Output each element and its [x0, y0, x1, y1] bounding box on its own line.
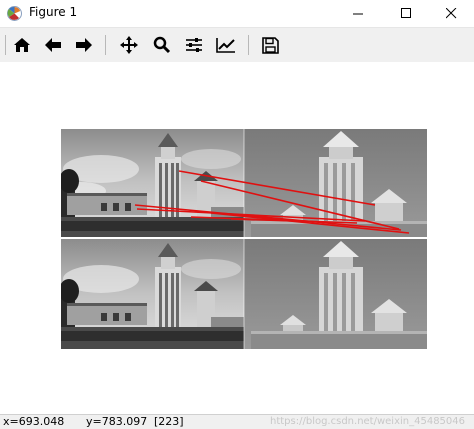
minimize-icon	[352, 13, 363, 15]
window-title: Figure 1	[29, 5, 78, 19]
window-titlebar: Figure 1	[0, 0, 474, 27]
toolbar-grip	[5, 35, 6, 55]
zoom-button[interactable]	[150, 34, 174, 56]
back-arrow-icon	[45, 38, 61, 52]
zoom-icon	[153, 36, 171, 54]
save-button[interactable]	[258, 34, 282, 56]
status-bar: x=693.048 y=783.097 [223] https://blog.c…	[0, 414, 474, 429]
toolbar-separator	[105, 35, 106, 55]
image-bottom-right	[244, 239, 427, 349]
home-button[interactable]	[10, 34, 34, 56]
maximize-button[interactable]	[383, 0, 429, 27]
edit-axis-button[interactable]	[214, 34, 238, 56]
forward-button[interactable]	[72, 34, 96, 56]
navigation-toolbar	[0, 27, 474, 62]
edit-axis-icon	[216, 38, 235, 53]
home-icon	[14, 38, 30, 52]
subplots-config-icon	[186, 38, 202, 52]
save-icon	[261, 36, 279, 54]
figure-canvas[interactable]	[0, 62, 474, 414]
minimize-button[interactable]	[335, 0, 381, 27]
close-button[interactable]	[428, 0, 474, 27]
matplotlib-app-icon	[7, 6, 22, 21]
maximize-icon	[400, 8, 411, 18]
cursor-x-readout: x=693.048	[3, 415, 65, 428]
image-bottom-left	[61, 239, 244, 349]
configure-subplots-button[interactable]	[182, 34, 206, 56]
image-top-left	[61, 129, 244, 237]
feature-matching-figure[interactable]	[61, 129, 427, 349]
pan-icon	[120, 36, 138, 54]
pan-button[interactable]	[117, 34, 141, 56]
forward-arrow-icon	[76, 38, 92, 52]
watermark-text: https://blog.csdn.net/weixin_45485046	[270, 416, 466, 427]
cursor-y-readout: y=783.097	[86, 415, 148, 428]
back-button[interactable]	[41, 34, 65, 56]
close-icon	[445, 8, 456, 19]
toolbar-separator	[248, 35, 249, 55]
pixel-value-readout: [223]	[154, 415, 184, 428]
